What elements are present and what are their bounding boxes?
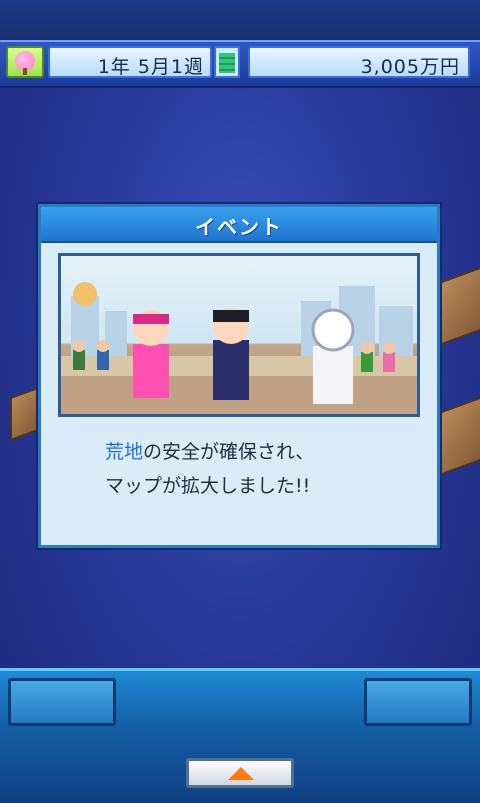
tree-button[interactable] xyxy=(6,46,44,78)
date-text: 1年 5月1週 xyxy=(97,56,204,78)
event-dialog: イベント 荒地の安全が確保され、 マップが拡大しました!! xyxy=(38,204,440,548)
bottom-right-button[interactable] xyxy=(364,678,472,726)
land-tile-right-2 xyxy=(440,388,480,476)
top-bar xyxy=(0,0,480,42)
highlight-word: 荒地 xyxy=(105,441,144,463)
gauge-fill xyxy=(219,53,235,73)
land-tile-right-1 xyxy=(440,258,480,346)
dialog-title: イベント xyxy=(195,215,283,239)
dialog-header: イベント xyxy=(41,207,437,243)
message-line-1: 荒地の安全が確保され、 xyxy=(105,435,314,469)
money-text: 3,005万円 xyxy=(360,56,460,78)
event-message: 荒地の安全が確保され、 マップが拡大しました!! xyxy=(105,435,314,503)
status-bar: 1年 5月1週 3,005万円 xyxy=(0,40,480,88)
message-line-1-rest: の安全が確保され、 xyxy=(143,441,315,463)
tree-trunk xyxy=(23,68,27,75)
menu-up-button[interactable] xyxy=(186,758,294,788)
money-panel: 3,005万円 xyxy=(248,46,470,78)
up-arrow-icon xyxy=(228,767,254,780)
message-line-2: マップが拡大しました!! xyxy=(105,475,311,497)
bottom-left-button[interactable] xyxy=(8,678,116,726)
date-panel: 1年 5月1週 xyxy=(48,46,212,78)
celebration-image xyxy=(58,253,420,417)
gauge-button[interactable] xyxy=(214,46,240,78)
